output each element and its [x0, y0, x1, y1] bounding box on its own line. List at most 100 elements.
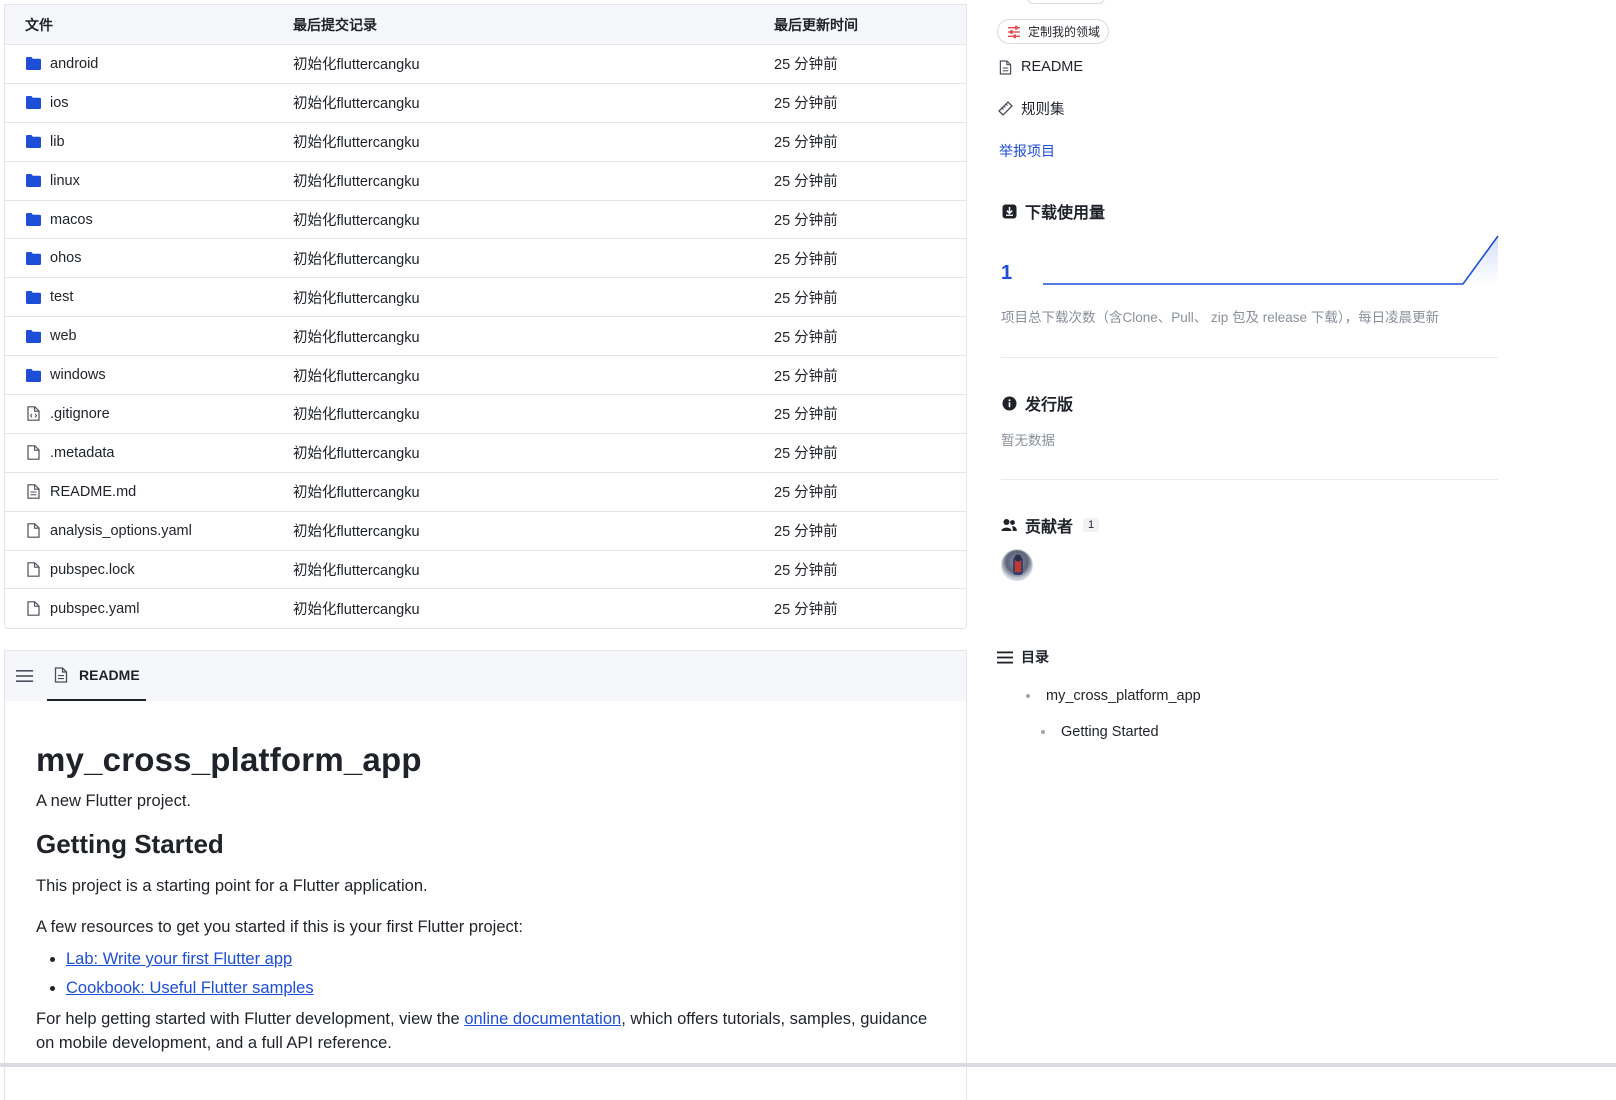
table-row[interactable]: README.md 初始化fluttercangku 25 分钟前 — [5, 473, 966, 512]
menu-icon[interactable] — [15, 667, 33, 685]
table-row[interactable]: android 初始化fluttercangku 25 分钟前 — [5, 45, 966, 84]
help-text: , which offers tutorials, samples, guida… — [621, 1010, 928, 1028]
updated-time-cell: 25 分钟前 — [774, 524, 838, 541]
file-link[interactable]: analysis_options.yaml — [50, 523, 192, 539]
list-item: Lab: Write your first Flutter app — [66, 945, 935, 974]
toc-item-label: my_cross_platform_app — [1046, 688, 1201, 704]
file-link[interactable]: macos — [50, 212, 93, 228]
file-link[interactable]: test — [50, 289, 73, 305]
commit-message-cell[interactable]: 初始化fluttercangku — [293, 365, 774, 386]
commit-message-cell[interactable]: 初始化fluttercangku — [293, 559, 774, 580]
table-row[interactable]: macos 初始化fluttercangku 25 分钟前 — [5, 201, 966, 240]
info-icon — [1001, 395, 1017, 411]
file-name-cell: ohos — [5, 250, 293, 266]
file-link[interactable]: ohos — [50, 250, 81, 266]
updated-time-cell: 25 分钟前 — [774, 485, 838, 502]
report-project-link[interactable]: 举报项目 — [999, 141, 1055, 161]
table-row[interactable]: windows 初始化fluttercangku 25 分钟前 — [5, 356, 966, 396]
commit-message-cell[interactable]: 初始化fluttercangku — [293, 209, 774, 230]
table-row[interactable]: .metadata 初始化fluttercangku 25 分钟前 — [5, 434, 966, 473]
ruler-icon — [997, 101, 1013, 117]
readme-heading-getting-started: Getting Started — [36, 829, 224, 859]
table-row[interactable]: lib 初始化fluttercangku 25 分钟前 — [5, 123, 966, 162]
file-link[interactable]: android — [50, 56, 98, 72]
sidebar-readme-link[interactable]: README — [997, 59, 1083, 75]
file-link[interactable]: pubspec.yaml — [50, 601, 139, 617]
horizontal-scrollbar[interactable] — [0, 1063, 1616, 1067]
folder-icon — [25, 95, 41, 111]
file-icon — [25, 562, 41, 578]
commit-message-cell[interactable]: 初始化fluttercangku — [293, 287, 774, 308]
header-last-updated: 最后更新时间 — [774, 16, 858, 33]
sidebar-rules-label: 规则集 — [1021, 102, 1065, 118]
table-row[interactable]: linux 初始化fluttercangku 25 分钟前 — [5, 162, 966, 201]
table-row[interactable]: web 初始化fluttercangku 25 分钟前 — [5, 317, 966, 357]
file-link[interactable]: .metadata — [50, 445, 115, 461]
table-row[interactable]: ohos 初始化fluttercangku 25 分钟前 — [5, 239, 966, 279]
file-link[interactable]: .gitignore — [50, 406, 110, 422]
downloads-description: 项目总下载次数（含Clone、Pull、 zip 包及 release 下载），… — [1001, 310, 1440, 325]
file-name-cell: web — [5, 328, 293, 344]
tab-readme[interactable]: README — [47, 651, 146, 701]
commit-message-cell[interactable]: 初始化fluttercangku — [293, 442, 774, 463]
code-file-icon — [25, 406, 41, 422]
customize-label: 定制我的领域 — [1028, 25, 1101, 39]
cookbook-link[interactable]: Cookbook: Useful Flutter samples — [66, 979, 314, 997]
toc-title: 目录 — [997, 647, 1049, 667]
help-text: For help getting started with Flutter de… — [36, 1010, 465, 1028]
toc-item-getting-started[interactable]: Getting Started — [1041, 724, 1159, 740]
commit-message-cell[interactable]: 初始化fluttercangku — [293, 326, 774, 347]
updated-time-cell: 25 分钟前 — [774, 290, 838, 307]
updated-time-cell: 25 分钟前 — [774, 213, 838, 229]
file-link[interactable]: pubspec.lock — [50, 562, 135, 578]
table-row[interactable]: pubspec.yaml 初始化fluttercangku 25 分钟前 — [5, 589, 966, 628]
file-icon — [25, 445, 41, 461]
table-row[interactable]: test 初始化fluttercangku 25 分钟前 — [5, 278, 966, 318]
table-row[interactable]: .gitignore 初始化fluttercangku 25 分钟前 — [5, 395, 966, 434]
toc-item-label: Getting Started — [1061, 724, 1159, 740]
commit-message-cell[interactable]: 初始化fluttercangku — [293, 520, 774, 541]
avatar[interactable] — [1001, 549, 1033, 581]
online-documentation-link[interactable]: online documentation — [464, 1010, 621, 1028]
table-row[interactable]: ios 初始化fluttercangku 25 分钟前 — [5, 84, 966, 123]
file-link[interactable]: windows — [50, 367, 106, 383]
lab-link[interactable]: Lab: Write your first Flutter app — [66, 950, 292, 968]
header-last-commit: 最后提交记录 — [293, 16, 377, 33]
toc-title-label: 目录 — [1021, 649, 1049, 665]
file-rows: android 初始化fluttercangku 25 分钟前 ios 初始化flutt… — [5, 45, 966, 628]
file-name-cell: analysis_options.yaml — [5, 523, 293, 539]
file-link[interactable]: README.md — [50, 484, 136, 500]
file-name-cell: .gitignore — [5, 406, 293, 422]
header-file: 文件 — [25, 16, 53, 33]
commit-message-cell[interactable]: 初始化fluttercangku — [293, 53, 774, 74]
updated-time-cell: 25 分钟前 — [774, 135, 838, 152]
file-link[interactable]: linux — [50, 173, 80, 189]
table-header: 文件 最后提交记录 最后更新时间 — [5, 5, 966, 45]
file-link[interactable]: ios — [50, 95, 69, 111]
commit-message-cell[interactable]: 初始化fluttercangku — [293, 170, 774, 191]
folder-icon — [25, 328, 41, 344]
commit-message-cell[interactable]: 初始化fluttercangku — [293, 92, 774, 113]
updated-time-cell: 25 分钟前 — [774, 57, 838, 74]
list-icon — [997, 649, 1013, 665]
updated-time-cell: 25 分钟前 — [774, 96, 838, 113]
readme-paragraph: A few resources to get you started if th… — [36, 918, 523, 936]
commit-message-cell[interactable]: 初始化fluttercangku — [293, 248, 774, 269]
table-row[interactable]: analysis_options.yaml 初始化fluttercangku 25 … — [5, 512, 966, 551]
readme-content: my_cross_platform_app A new Flutter proj… — [5, 701, 966, 1055]
sidebar-rules-link[interactable]: 规则集 — [997, 98, 1065, 119]
commit-message-cell[interactable]: 初始化fluttercangku — [293, 131, 774, 152]
sidebar-readme-label: README — [1021, 59, 1084, 75]
file-link[interactable]: lib — [50, 134, 65, 150]
commit-message-cell[interactable]: 初始化fluttercangku — [293, 403, 774, 424]
top-pill-button[interactable] — [1027, 0, 1105, 4]
table-row[interactable]: pubspec.lock 初始化fluttercangku 25 分钟前 — [5, 551, 966, 590]
readme-intro: A new Flutter project. — [36, 792, 191, 810]
file-link[interactable]: web — [50, 328, 77, 344]
commit-message-cell[interactable]: 初始化fluttercangku — [293, 481, 774, 502]
customize-domain-button[interactable]: 定制我的领域 — [997, 19, 1110, 44]
toc-item-title[interactable]: my_cross_platform_app — [1026, 688, 1201, 704]
commit-message-cell[interactable]: 初始化fluttercangku — [293, 598, 774, 619]
updated-time-cell: 25 分钟前 — [774, 251, 838, 268]
file-name-cell: pubspec.yaml — [5, 601, 293, 617]
